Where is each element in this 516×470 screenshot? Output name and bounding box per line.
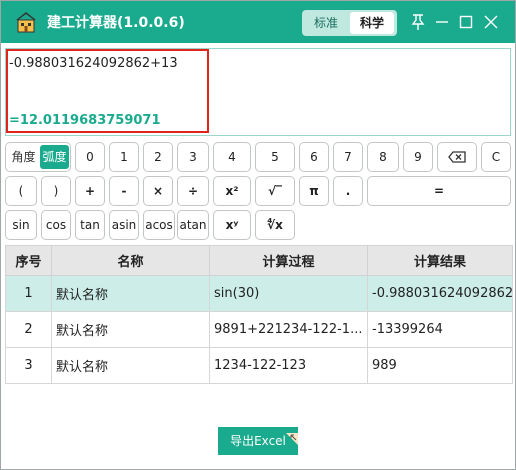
key-minus[interactable]: - bbox=[109, 176, 139, 206]
export-excel-label: 导出Excel bbox=[230, 434, 286, 448]
key-close-paren[interactable]: ) bbox=[41, 176, 71, 206]
row-process: sin(30) bbox=[209, 275, 368, 312]
key-square[interactable]: x² bbox=[213, 176, 251, 206]
mode-scientific-button[interactable]: 科学 bbox=[350, 12, 394, 34]
key-sqrt[interactable]: √‾ bbox=[255, 176, 295, 206]
key-decimal[interactable]: . bbox=[333, 176, 363, 206]
close-icon[interactable] bbox=[481, 12, 501, 32]
header-process[interactable]: 计算过程 bbox=[209, 245, 368, 276]
row-name: 默认名称 bbox=[51, 311, 210, 348]
row-process: 9891+221234-122-1... bbox=[209, 311, 368, 348]
key-multiply[interactable]: × bbox=[143, 176, 173, 206]
table-header-row: 序号 名称 计算过程 计算结果 bbox=[5, 245, 513, 276]
calculator-window: 建工计算器(1.0.0.6) 标准 科学 -0.988031624092862+… bbox=[0, 0, 516, 470]
history-table: 序号 名称 计算过程 计算结果 1 默认名称 sin(30) -0.988031… bbox=[5, 245, 513, 384]
export-excel-button[interactable]: 导出Excel bbox=[218, 427, 298, 455]
row-result: 989 bbox=[367, 347, 513, 384]
key-power[interactable]: xʸ bbox=[213, 210, 251, 240]
key-1[interactable]: 1 bbox=[109, 142, 139, 172]
key-8[interactable]: 8 bbox=[367, 142, 399, 172]
key-atan[interactable]: atan bbox=[177, 210, 209, 240]
table-row[interactable]: 2 默认名称 9891+221234-122-1... -13399264 bbox=[5, 311, 513, 348]
backspace-button[interactable] bbox=[437, 142, 477, 172]
clear-button[interactable]: C bbox=[481, 142, 511, 172]
row-index: 1 bbox=[5, 275, 52, 312]
row-result: -13399264 bbox=[367, 311, 513, 348]
radians-button[interactable]: 弧度 bbox=[40, 145, 69, 169]
expression-text: -0.988031624092862+13 bbox=[9, 56, 178, 71]
header-index[interactable]: 序号 bbox=[5, 245, 52, 276]
arrow-corner-icon bbox=[286, 427, 298, 445]
calculator-display[interactable]: -0.988031624092862+13 =12.0119683759071 bbox=[5, 48, 511, 136]
key-sin[interactable]: sin bbox=[5, 210, 37, 240]
key-root[interactable]: ∜x bbox=[255, 210, 295, 240]
key-4[interactable]: 4 bbox=[213, 142, 251, 172]
row-index: 3 bbox=[5, 347, 52, 384]
key-cos[interactable]: cos bbox=[41, 210, 71, 240]
key-divide[interactable]: ÷ bbox=[177, 176, 209, 206]
minimize-icon[interactable] bbox=[432, 12, 452, 32]
row-name: 默认名称 bbox=[51, 275, 210, 312]
key-plus[interactable]: + bbox=[75, 176, 105, 206]
angle-mode-toggle: 角度 弧度 bbox=[5, 142, 71, 172]
row-index: 2 bbox=[5, 311, 52, 348]
result-text: =12.0119683759071 bbox=[9, 113, 161, 128]
table-row[interactable]: 3 默认名称 1234-122-123 989 bbox=[5, 347, 513, 384]
header-result[interactable]: 计算结果 bbox=[367, 245, 513, 276]
maximize-icon[interactable] bbox=[456, 12, 476, 32]
degrees-button[interactable]: 角度 bbox=[8, 145, 39, 169]
row-result: -0.988031624092862 bbox=[367, 275, 513, 312]
title-bar[interactable]: 建工计算器(1.0.0.6) 标准 科学 bbox=[1, 1, 515, 43]
app-title: 建工计算器(1.0.0.6) bbox=[47, 15, 185, 31]
key-3[interactable]: 3 bbox=[177, 142, 209, 172]
key-9[interactable]: 9 bbox=[403, 142, 433, 172]
key-5[interactable]: 5 bbox=[255, 142, 295, 172]
key-tan[interactable]: tan bbox=[75, 210, 105, 240]
header-name[interactable]: 名称 bbox=[51, 245, 210, 276]
key-0[interactable]: 0 bbox=[75, 142, 105, 172]
key-open-paren[interactable]: ( bbox=[5, 176, 37, 206]
row-name: 默认名称 bbox=[51, 347, 210, 384]
key-2[interactable]: 2 bbox=[143, 142, 173, 172]
key-6[interactable]: 6 bbox=[299, 142, 329, 172]
key-equals[interactable]: = bbox=[367, 176, 511, 206]
house-icon bbox=[15, 11, 37, 33]
mode-switch: 标准 科学 bbox=[302, 10, 397, 36]
row-process: 1234-122-123 bbox=[209, 347, 368, 384]
key-pi[interactable]: π bbox=[299, 176, 329, 206]
key-7[interactable]: 7 bbox=[333, 142, 363, 172]
mode-standard-button[interactable]: 标准 bbox=[305, 12, 347, 34]
key-asin[interactable]: asin bbox=[109, 210, 139, 240]
table-row[interactable]: 1 默认名称 sin(30) -0.988031624092862 bbox=[5, 275, 513, 312]
backspace-icon bbox=[448, 150, 466, 164]
key-acos[interactable]: acos bbox=[143, 210, 175, 240]
pin-icon[interactable] bbox=[408, 12, 428, 32]
